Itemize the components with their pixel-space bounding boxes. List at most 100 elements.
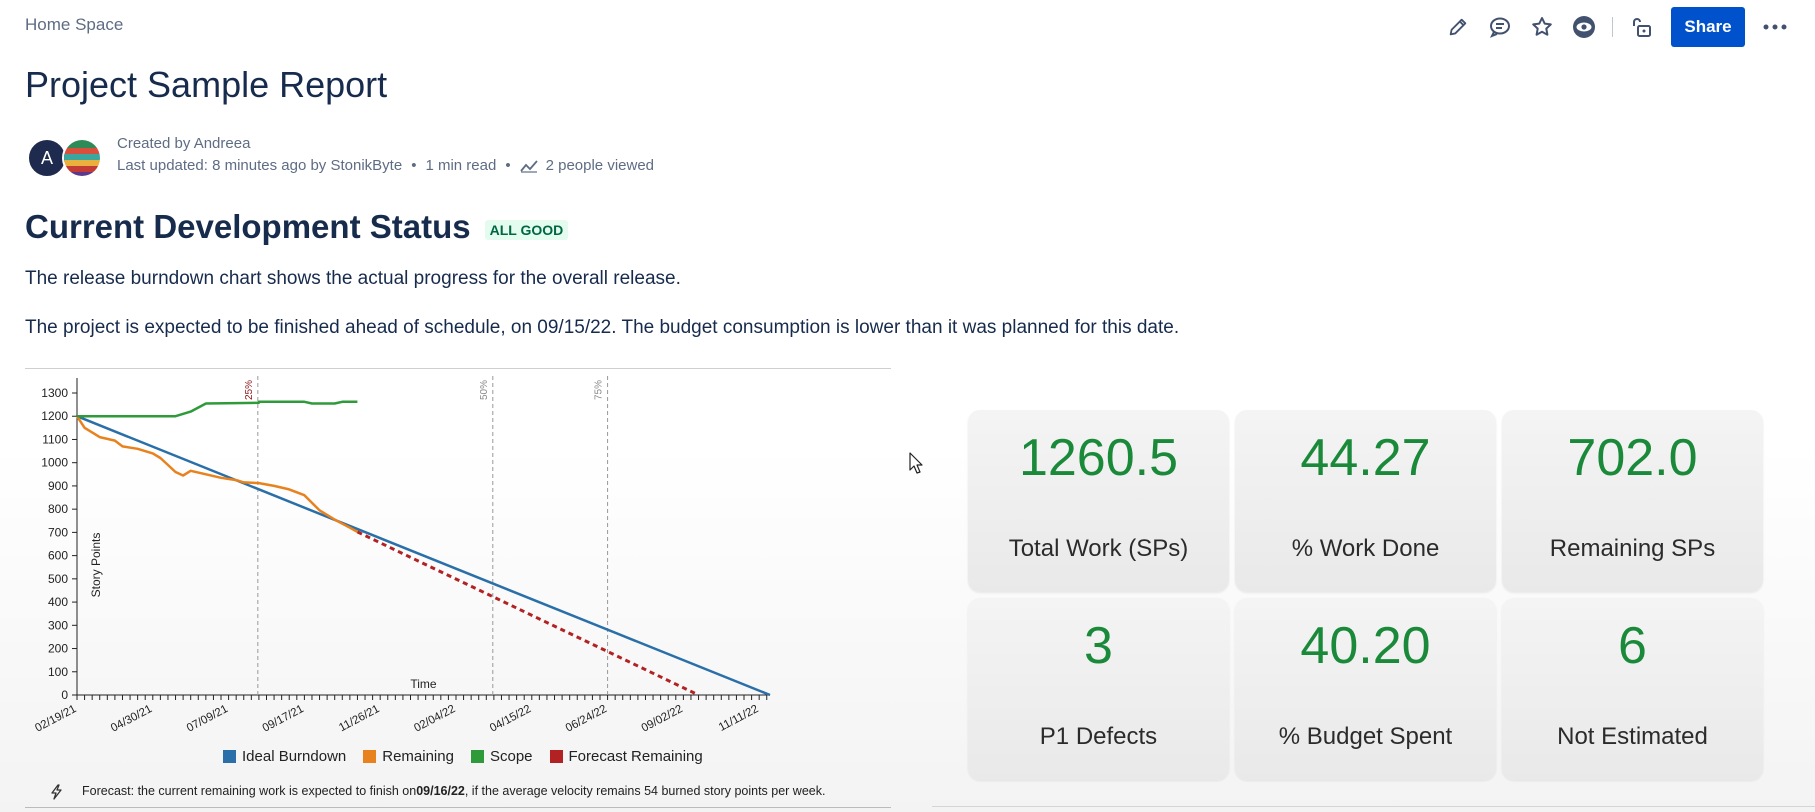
kpi-value: 6: [1618, 617, 1647, 675]
kpi-label: Not Estimated: [1557, 723, 1708, 750]
author-avatar[interactable]: A: [27, 138, 67, 178]
x-tick-label: 11/11/22: [717, 703, 761, 734]
legend-label: Forecast Remaining: [568, 748, 703, 765]
forecast-note-date: 09/16/22: [416, 784, 465, 798]
legend-item[interactable]: Scope: [470, 748, 533, 765]
top-bar: Home Space Share: [0, 0, 1815, 52]
y-tick-label: 1200: [41, 409, 68, 423]
forecast-note-prefix: Forecast: the current remaining work is …: [82, 784, 417, 798]
created-by-text[interactable]: Created by Andreea: [117, 135, 250, 152]
status-badge: ALL GOOD: [484, 220, 569, 240]
kpi-value: 44.27: [1300, 429, 1431, 487]
kpi-tile-total-work: 1260.5 Total Work (SPs): [968, 410, 1229, 592]
x-tick-label: 04/15/22: [488, 703, 533, 735]
series-line-forecast-remaining: [356, 530, 700, 697]
y-tick-label: 500: [48, 572, 68, 586]
x-tick-label: 09/02/22: [640, 703, 685, 735]
y-tick-label: 800: [48, 502, 68, 516]
legend-swatch: [470, 750, 484, 763]
comment-icon[interactable]: [1486, 13, 1514, 41]
unlock-icon[interactable]: [1627, 13, 1655, 41]
y-tick-label: 0: [61, 688, 68, 702]
kpi-value: 1260.5: [1018, 429, 1179, 487]
section-heading-text: Current Development Status: [25, 208, 471, 245]
milestone-label: 75%: [594, 380, 605, 400]
y-tick-label: 600: [48, 549, 68, 563]
legend-item[interactable]: Forecast Remaining: [549, 748, 703, 765]
kpi-value: 40.20: [1300, 617, 1431, 675]
milestone-label: 50%: [479, 380, 490, 400]
more-icon[interactable]: [1759, 11, 1791, 43]
legend-label: Remaining: [382, 748, 454, 765]
x-tick-label: 06/24/22: [564, 703, 609, 735]
y-tick-label: 700: [48, 525, 68, 539]
legend-swatch: [363, 750, 377, 763]
x-tick-label: 07/09/21: [185, 703, 230, 735]
page-title: Project Sample Report: [25, 64, 388, 105]
page-toolbar: Share: [1430, 7, 1791, 47]
last-updated-text[interactable]: Last updated: 8 minutes ago by StonikByt…: [117, 157, 402, 174]
page-views-link[interactable]: 2 people viewed: [546, 157, 654, 174]
divider: [932, 806, 1815, 807]
share-button[interactable]: Share: [1671, 7, 1745, 47]
y-tick-label: 100: [48, 665, 68, 679]
watch-eye-icon[interactable]: [1570, 13, 1598, 41]
chart-legend: Ideal Burndown Remaining Scope Forecast Rem…: [223, 748, 720, 765]
edit-icon[interactable]: [1444, 13, 1472, 41]
kpi-label: Remaining SPs: [1549, 535, 1716, 562]
kpi-label: Total Work (SPs): [1008, 535, 1189, 562]
kpi-tile-remaining: 702.0 Remaining SPs: [1502, 410, 1763, 592]
kpi-value: 702.0: [1567, 429, 1698, 487]
burndown-chart-svg: 0 100 200 300 400 500 600 700 800 900 1000 1100 1200…: [33, 376, 771, 735]
y-tick-label: 1000: [41, 456, 68, 470]
y-tick-label: 400: [48, 595, 68, 609]
legend-item[interactable]: Remaining: [363, 748, 454, 765]
byline-meta: Last updated: 8 minutes ago by StonikByt…: [117, 157, 654, 174]
legend-label: Ideal Burndown: [242, 748, 347, 765]
kpi-value: 3: [1084, 617, 1113, 675]
analytics-icon: [519, 159, 538, 173]
kpi-grid: 1260.5 Total Work (SPs) 44.27 % Work Don…: [968, 410, 1766, 780]
editor-avatar[interactable]: [62, 138, 102, 178]
separator-dot: •: [505, 157, 511, 174]
mouse-cursor-icon: [909, 452, 923, 479]
forecast-paragraph: The project is expected to be finished a…: [25, 317, 1180, 338]
intro-paragraph: The release burndown chart shows the act…: [25, 268, 681, 289]
x-tick-label: 11/26/21: [337, 703, 381, 734]
kpi-tile-work-done: 44.27 % Work Done: [1235, 410, 1496, 592]
x-axis-title: Time: [410, 677, 437, 691]
avatar-initial: A: [40, 147, 53, 168]
legend-label: Scope: [489, 748, 533, 765]
kpi-tile-not-estimated: 6 Not Estimated: [1502, 598, 1763, 780]
x-tick-label: 09/17/21: [261, 703, 306, 735]
legend-item[interactable]: Ideal Burndown: [223, 748, 346, 765]
x-tick-label: 02/19/21: [33, 703, 78, 735]
kpi-label: % Budget Spent: [1278, 723, 1453, 750]
forecast-note-suffix: , if the average velocity remains 54 bur…: [464, 784, 826, 798]
y-tick-label: 900: [48, 479, 68, 493]
forecast-note: Forecast: the current remaining work is …: [50, 784, 826, 800]
chart-bottom-divider: [25, 807, 891, 808]
kpi-label: P1 Defects: [1039, 723, 1158, 750]
legend-swatch: [549, 750, 563, 763]
series-line-ideal-burndown: [76, 415, 771, 697]
y-tick-label: 200: [48, 642, 68, 656]
breadcrumb-space-link[interactable]: Home Space: [25, 15, 123, 35]
kpi-tile-p1-defects: 3 P1 Defects: [968, 598, 1229, 780]
milestone-label: 25%: [244, 380, 255, 400]
toolbar-separator: [1612, 17, 1613, 37]
separator-dot: •: [411, 157, 417, 174]
y-tick-label: 300: [48, 618, 68, 632]
kpi-tile-budget-spent: 40.20 % Budget Spent: [1235, 598, 1496, 780]
section-heading: Current Development Status ALL GOOD: [25, 208, 569, 246]
legend-swatch: [223, 750, 236, 763]
divider: [25, 368, 891, 369]
series-line-scope: [77, 400, 358, 418]
x-tick-label: 04/30/21: [109, 703, 154, 735]
star-icon[interactable]: [1528, 13, 1556, 41]
y-axis-title: Story Points: [89, 533, 103, 598]
y-tick-label: 1100: [42, 432, 68, 446]
burndown-chart: 0 100 200 300 400 500 600 700 800 900 1000 1100 1200…: [25, 370, 895, 810]
kpi-label: % Work Done: [1291, 535, 1440, 562]
y-tick-label: 1300: [41, 386, 68, 400]
